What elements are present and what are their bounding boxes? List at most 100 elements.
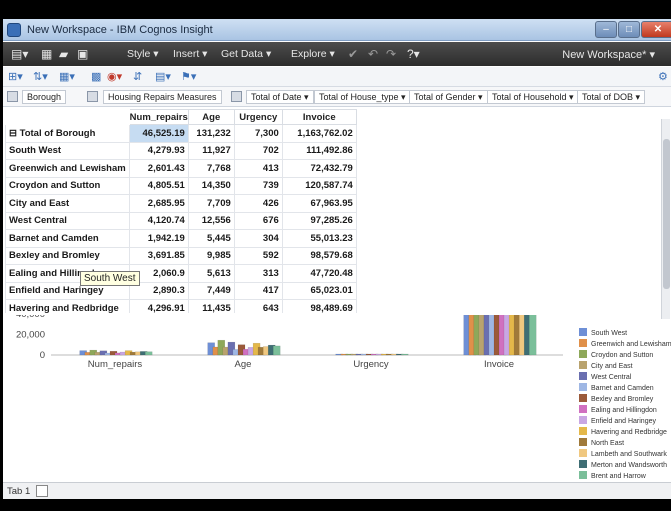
table-cell[interactable]: 304 xyxy=(233,229,283,248)
scrollbar-thumb[interactable] xyxy=(663,139,670,289)
table-cell[interactable]: 98,489.69 xyxy=(281,299,357,313)
table-cell[interactable]: 67,963.95 xyxy=(281,194,357,213)
table-cell[interactable]: 1,942.19 xyxy=(128,229,189,248)
table-cell[interactable]: 14,350 xyxy=(187,176,235,195)
row-label[interactable]: Bexley and Bromley xyxy=(5,246,130,265)
table-row[interactable]: Greenwich and Lewisham 2,601.43 7,768 413 72… xyxy=(5,159,357,178)
table-row[interactable]: ⊟ Total of Borough 46,525.19 131,232 7,300 1… xyxy=(5,124,357,143)
table-cell[interactable]: 12,556 xyxy=(187,211,235,230)
menu-get-data[interactable]: Get Data ▾ xyxy=(221,48,271,60)
exception-icon[interactable]: ◉▾ xyxy=(107,70,122,83)
table-cell[interactable]: 97,285.26 xyxy=(281,211,357,230)
table-cell[interactable]: 98,579.68 xyxy=(281,246,357,265)
table-cell[interactable]: 46,525.19 xyxy=(128,124,189,143)
help-icon[interactable]: ?▾ xyxy=(407,47,420,61)
row-label[interactable]: ⊟ Total of Borough xyxy=(5,124,130,143)
table-cell[interactable]: 702 xyxy=(233,141,283,160)
table-cell[interactable]: 9,985 xyxy=(187,246,235,265)
table-cell[interactable]: 72,432.79 xyxy=(281,159,357,178)
context-household[interactable]: Total of Household ▾ xyxy=(487,90,579,104)
filter-icon[interactable]: ⚑▾ xyxy=(181,70,196,83)
table-cell[interactable]: 131,232 xyxy=(187,124,235,143)
table-row[interactable]: City and East 2,685.95 7,709 426 67,963.95 xyxy=(5,194,357,213)
measures-dimension[interactable]: Housing Repairs Measures xyxy=(103,90,222,104)
row-label[interactable]: Croydon and Sutton xyxy=(5,176,130,195)
layout-icon[interactable]: ⊞▾ xyxy=(8,70,23,83)
table-cell[interactable]: 2,601.43 xyxy=(128,159,189,178)
sort-icon[interactable]: ⇵ xyxy=(133,70,142,83)
swap-rows-icon[interactable]: ⇅▾ xyxy=(33,70,48,83)
minimize-button[interactable]: – xyxy=(595,21,617,38)
menu-style[interactable]: Style ▾ xyxy=(127,48,159,60)
save-icon[interactable]: ▣ xyxy=(77,47,88,61)
rows-dimension[interactable]: Borough xyxy=(22,90,67,104)
table-cell[interactable]: 65,023.01 xyxy=(281,281,357,300)
table-cell[interactable]: 4,805.51 xyxy=(128,176,189,195)
table-row[interactable]: Barnet and Camden 1,942.19 5,445 304 55,013.… xyxy=(5,229,357,248)
row-label[interactable]: Barnet and Camden xyxy=(5,229,130,248)
table-cell[interactable]: 11,435 xyxy=(187,299,235,313)
row-label[interactable]: West Central xyxy=(5,211,130,230)
table-row[interactable]: Bexley and Bromley 3,691.85 9,985 592 98,579… xyxy=(5,246,357,265)
row-label[interactable]: South West xyxy=(5,141,130,160)
column-header[interactable]: Urgency xyxy=(233,109,283,125)
table-cell[interactable]: 4,279.93 xyxy=(128,141,189,160)
format-icon[interactable]: ▤▾ xyxy=(155,70,171,83)
redo-icon[interactable]: ↷ xyxy=(386,47,396,61)
table-cell[interactable]: 739 xyxy=(233,176,283,195)
table-row[interactable]: South West 4,279.93 11,927 702 111,492.86 xyxy=(5,141,357,160)
add-tab-button[interactable] xyxy=(36,485,48,497)
table-cell[interactable]: 4,296.91 xyxy=(128,299,189,313)
column-header[interactable]: Invoice xyxy=(281,109,357,125)
undo-icon[interactable]: ↶ xyxy=(368,47,378,61)
column-header[interactable]: Num_repairs xyxy=(128,109,189,125)
column-header[interactable]: Age xyxy=(187,109,235,125)
table-cell[interactable]: 5,445 xyxy=(187,229,235,248)
menu-insert[interactable]: Insert ▾ xyxy=(173,48,207,60)
table-cell[interactable]: 592 xyxy=(233,246,283,265)
table-row[interactable]: Enfield and Haringey 2,890.3 7,449 417 65,02… xyxy=(5,281,357,300)
settings-icon[interactable]: ⚙ xyxy=(658,70,668,83)
table-cell[interactable]: 120,587.74 xyxy=(281,176,357,195)
new-workspace-icon[interactable]: ▦ xyxy=(41,47,52,61)
workspace-name[interactable]: New Workspace* ▾ xyxy=(562,48,655,61)
table-cell[interactable]: 643 xyxy=(233,299,283,313)
table-cell[interactable]: 47,720.48 xyxy=(281,264,357,283)
table-cell[interactable]: 7,768 xyxy=(187,159,235,178)
table-cell[interactable]: 3,691.85 xyxy=(128,246,189,265)
row-label[interactable]: Havering and Redbridge xyxy=(5,299,130,313)
sheet-tab[interactable]: Tab 1 xyxy=(7,486,30,497)
context-house-type[interactable]: Total of House_type ▾ xyxy=(314,90,411,104)
menu-explore[interactable]: Explore ▾ xyxy=(291,48,335,60)
context-date[interactable]: Total of Date ▾ xyxy=(246,90,314,104)
table-row[interactable]: Ealing and Hillingdon 2,060.9 5,613 313 47,7… xyxy=(5,264,357,283)
chart-view-icon[interactable]: ▩ xyxy=(91,70,101,83)
app-menu-icon[interactable]: ▤▾ xyxy=(11,47,28,61)
table-cell[interactable]: 426 xyxy=(233,194,283,213)
context-dob[interactable]: Total of DOB ▾ xyxy=(577,90,646,104)
table-cell[interactable]: 5,613 xyxy=(187,264,235,283)
context-gender[interactable]: Total of Gender ▾ xyxy=(409,90,488,104)
table-cell[interactable]: 7,709 xyxy=(187,194,235,213)
check-icon[interactable]: ✔ xyxy=(348,47,358,61)
table-cell[interactable]: 676 xyxy=(233,211,283,230)
table-cell[interactable]: 111,492.86 xyxy=(281,141,357,160)
row-label[interactable]: Greenwich and Lewisham xyxy=(5,159,130,178)
table-cell[interactable]: 7,449 xyxy=(187,281,235,300)
table-cell[interactable]: 7,300 xyxy=(233,124,283,143)
row-label[interactable]: City and East xyxy=(5,194,130,213)
table-cell[interactable]: 55,013.23 xyxy=(281,229,357,248)
maximize-button[interactable]: □ xyxy=(618,21,640,38)
grid-view-icon[interactable]: ▦▾ xyxy=(59,70,75,83)
table-row[interactable]: Croydon and Sutton 4,805.51 14,350 739 120,5… xyxy=(5,176,357,195)
table-cell[interactable]: 417 xyxy=(233,281,283,300)
table-cell[interactable]: 11,927 xyxy=(187,141,235,160)
table-cell[interactable]: 4,120.74 xyxy=(128,211,189,230)
table-cell[interactable]: 2,685.95 xyxy=(128,194,189,213)
vertical-scrollbar[interactable] xyxy=(661,119,670,319)
table-row[interactable]: Havering and Redbridge 4,296.91 11,435 643 9… xyxy=(5,299,357,313)
table-cell[interactable]: 313 xyxy=(233,264,283,283)
table-cell[interactable]: 413 xyxy=(233,159,283,178)
table-row[interactable]: West Central 4,120.74 12,556 676 97,285.26 xyxy=(5,211,357,230)
table-cell[interactable]: 1,163,762.02 xyxy=(281,124,357,143)
